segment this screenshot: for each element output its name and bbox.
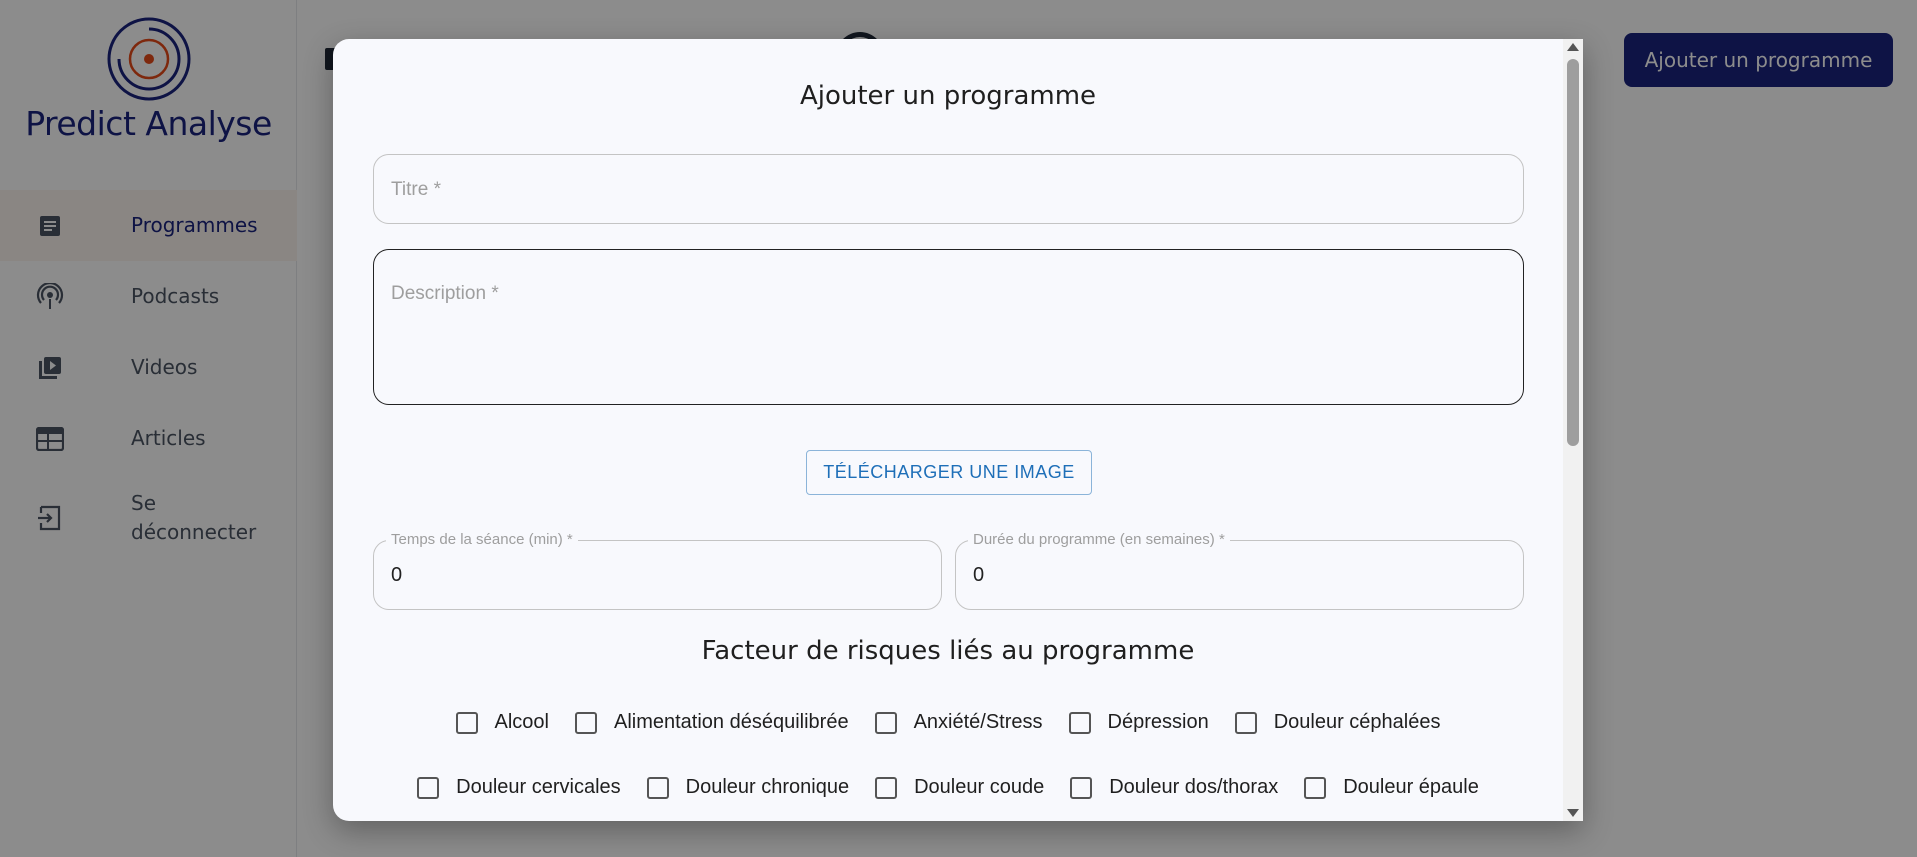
session-time-field[interactable]: Temps de la séance (min) * 0 (373, 531, 942, 610)
title-placeholder: Titre * (391, 179, 441, 200)
upload-image-button[interactable]: TÉLÉCHARGER UNE IMAGE (806, 450, 1092, 495)
checkbox-box[interactable] (646, 776, 669, 799)
session-time-value: 0 (391, 564, 403, 586)
checkbox-box[interactable] (1068, 711, 1091, 734)
scrollbar-thumb[interactable] (1567, 59, 1579, 446)
checkbox-label: Anxiété/Stress (913, 711, 1043, 733)
checkbox-box[interactable] (1070, 776, 1093, 799)
checkbox-alcool[interactable]: Alcool (455, 711, 549, 734)
risk-factors-row: Alcool Alimentation déséquilibrée Anxiét… (333, 711, 1563, 734)
checkbox-box[interactable] (875, 776, 898, 799)
modal-scrollbar[interactable] (1563, 39, 1583, 821)
checkbox-box[interactable] (574, 711, 597, 734)
add-program-modal: Ajouter un programme Titre * Description… (333, 39, 1583, 821)
checkbox-label: Dépression (1107, 711, 1209, 733)
checkbox-box[interactable] (417, 776, 440, 799)
checkbox-label: Douleur cervicales (456, 776, 621, 798)
checkbox-label: Alcool (494, 711, 549, 733)
modal-title: Ajouter un programme (799, 81, 1097, 111)
checkbox-label: Alimentation déséquilibrée (613, 711, 849, 733)
checkbox-coude[interactable]: Douleur coude (875, 776, 1044, 799)
checkbox-label: Douleur dos/thorax (1109, 776, 1279, 798)
scroll-up-arrow-icon[interactable] (1567, 43, 1579, 51)
checkbox-cervicales[interactable]: Douleur cervicales (417, 776, 621, 799)
program-duration-label: Durée du programme (en semaines) * (968, 531, 1230, 548)
risk-section-title: Facteur de risques liés au programme (701, 636, 1195, 666)
checkbox-label: Douleur coude (914, 776, 1045, 798)
checkbox-chronique[interactable]: Douleur chronique (646, 776, 850, 799)
checkbox-cephalees[interactable]: Douleur céphalées (1234, 711, 1441, 734)
checkbox-label: Douleur chronique (685, 776, 850, 798)
checkbox-anxiete[interactable]: Anxiété/Stress (874, 711, 1043, 734)
checkbox-label: Douleur épaule (1343, 776, 1479, 798)
title-field[interactable]: Titre * (373, 154, 1524, 224)
checkbox-box[interactable] (1234, 711, 1257, 734)
checkbox-depression[interactable]: Dépression (1068, 711, 1209, 734)
session-time-label: Temps de la séance (min) * (386, 531, 578, 548)
risk-factors-row: Douleur cervicales Douleur chronique Dou… (333, 776, 1563, 799)
program-duration-field[interactable]: Durée du programme (en semaines) * 0 (955, 531, 1524, 610)
checkbox-box[interactable] (1304, 776, 1327, 799)
checkbox-epaule[interactable]: Douleur épaule (1304, 776, 1479, 799)
description-field[interactable]: Description * (373, 249, 1524, 405)
description-placeholder: Description * (391, 283, 499, 304)
checkbox-box[interactable] (874, 711, 897, 734)
program-duration-value: 0 (973, 564, 985, 586)
checkbox-alimentation[interactable]: Alimentation déséquilibrée (574, 711, 849, 734)
scroll-down-arrow-icon[interactable] (1567, 809, 1579, 817)
checkbox-box[interactable] (455, 711, 478, 734)
checkbox-dos-thorax[interactable]: Douleur dos/thorax (1070, 776, 1278, 799)
checkbox-label: Douleur céphalées (1273, 711, 1441, 733)
